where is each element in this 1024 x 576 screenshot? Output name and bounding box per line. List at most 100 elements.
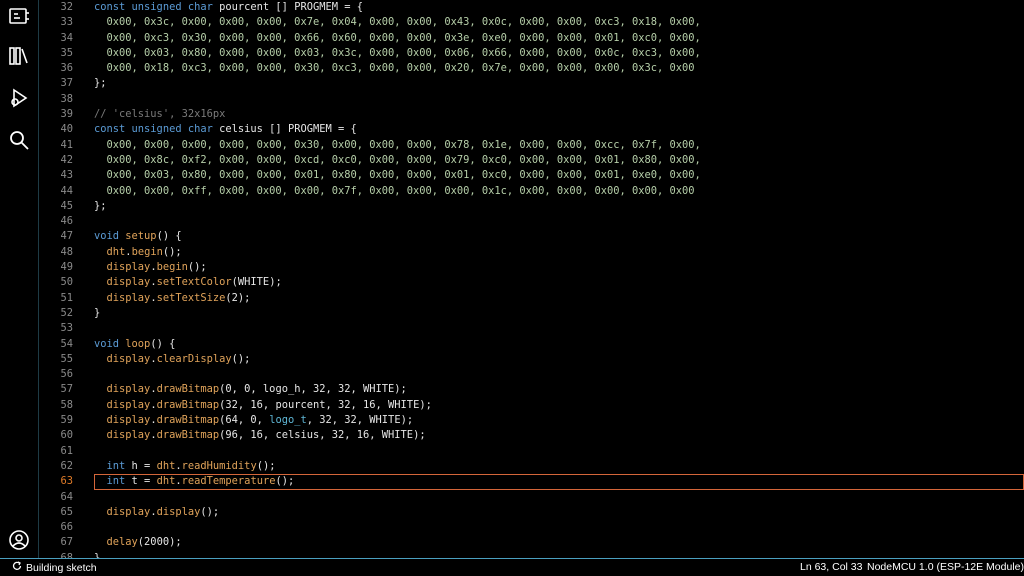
code-line[interactable]: display.setTextColor(WHITE); bbox=[94, 275, 1024, 290]
line-number: 50 bbox=[60, 276, 73, 289]
code-line[interactable]: 0x00, 0xc3, 0x30, 0x00, 0x00, 0x66, 0x60… bbox=[94, 31, 1024, 46]
line-number: 45 bbox=[60, 199, 73, 212]
code-line[interactable]: 0x00, 0x03, 0x80, 0x00, 0x00, 0x03, 0x3c… bbox=[94, 46, 1024, 61]
debug-icon[interactable] bbox=[7, 86, 31, 110]
code-line[interactable] bbox=[94, 92, 1024, 107]
line-number: 64 bbox=[60, 490, 73, 503]
build-status[interactable]: Building sketch bbox=[12, 561, 97, 574]
code-line[interactable] bbox=[94, 490, 1024, 505]
code-lines[interactable]: const unsigned char pourcent [] PROGMEM … bbox=[94, 0, 1024, 559]
code-token: (WHITE); bbox=[231, 276, 282, 289]
code-token: int bbox=[106, 475, 132, 488]
code-token: t = bbox=[131, 475, 157, 488]
code-token: const unsigned char bbox=[94, 1, 220, 13]
code-token: loop bbox=[125, 337, 151, 350]
code-token: (); bbox=[187, 261, 207, 274]
code-token: 0x00, 0x3c, 0x00, 0x00, 0x00, 0x7e, 0x04… bbox=[94, 16, 701, 29]
code-line[interactable]: display.display(); bbox=[94, 505, 1024, 520]
code-line[interactable] bbox=[94, 444, 1024, 459]
code-line[interactable]: 0x00, 0x00, 0xff, 0x00, 0x00, 0x00, 0x7f… bbox=[94, 184, 1024, 199]
code-line[interactable] bbox=[94, 321, 1024, 336]
code-line[interactable]: }; bbox=[94, 76, 1024, 91]
code-token: }; bbox=[94, 199, 107, 212]
code-line[interactable]: } bbox=[94, 306, 1024, 321]
code-editor[interactable]: 32 33 34 35 36 37 38 39 40 41 42 43 44 45 46 47 48 49 50 51… bbox=[39, 0, 1024, 559]
line-number: 59 bbox=[60, 414, 73, 427]
code-token: display bbox=[106, 398, 151, 411]
line-number: 52 bbox=[60, 306, 73, 319]
code-token: drawBitmap bbox=[156, 398, 220, 411]
code-token: (2); bbox=[225, 291, 251, 304]
line-number-gutter: 32 33 34 35 36 37 38 39 40 41 42 43 44 45 46 47 48 49 50 51… bbox=[39, 0, 79, 559]
code-line[interactable]: display.clearDisplay(); bbox=[94, 352, 1024, 367]
code-token: begin bbox=[156, 261, 188, 274]
code-line[interactable]: const unsigned char pourcent [] PROGMEM … bbox=[94, 0, 1024, 15]
code-line[interactable] bbox=[94, 520, 1024, 535]
cursor-position[interactable]: Ln 63, Col 33 bbox=[800, 561, 862, 573]
line-number: 67 bbox=[60, 536, 73, 549]
code-line[interactable]: void loop() { bbox=[94, 337, 1024, 352]
code-token: void bbox=[94, 337, 126, 350]
code-line[interactable]: 0x00, 0x18, 0xc3, 0x00, 0x00, 0x30, 0xc3… bbox=[94, 61, 1024, 76]
code-token: 0x00, 0x8c, 0xf2, 0x00, 0x00, 0xcd, 0xc0… bbox=[94, 153, 701, 166]
code-token: pourcent [] PROGMEM = { bbox=[219, 1, 364, 13]
code-line[interactable]: display.drawBitmap(0, 0, logo_h, 32, 32,… bbox=[94, 382, 1024, 397]
code-token: display bbox=[106, 261, 151, 274]
code-token: h = bbox=[131, 459, 157, 472]
line-number: 47 bbox=[60, 230, 73, 243]
sketchbook-icon[interactable] bbox=[7, 4, 31, 28]
code-token: 0x00, 0x00, 0x00, 0x00, 0x00, 0x30, 0x00… bbox=[94, 138, 701, 151]
code-token: celsius [] PROGMEM = { bbox=[219, 123, 357, 136]
code-line[interactable]: dht.begin(); bbox=[94, 245, 1024, 260]
code-line[interactable]: const unsigned char celsius [] PROGMEM =… bbox=[94, 122, 1024, 137]
code-line[interactable]: void setup() { bbox=[94, 229, 1024, 244]
code-line[interactable]: 0x00, 0x8c, 0xf2, 0x00, 0x00, 0xcd, 0xc0… bbox=[94, 153, 1024, 168]
search-icon[interactable] bbox=[7, 128, 31, 152]
code-token: dht bbox=[106, 245, 126, 258]
code-line[interactable]: delay(2000); bbox=[94, 535, 1024, 550]
line-number: 32 bbox=[60, 1, 73, 13]
line-number: 39 bbox=[60, 108, 73, 121]
line-number: 49 bbox=[60, 261, 73, 274]
code-line[interactable]: display.setTextSize(2); bbox=[94, 291, 1024, 306]
code-line[interactable]: display.begin(); bbox=[94, 260, 1024, 275]
code-token: display bbox=[106, 352, 151, 365]
line-number: 46 bbox=[60, 215, 73, 228]
code-token: int bbox=[106, 459, 132, 472]
code-token: clearDisplay bbox=[156, 352, 232, 365]
account-icon[interactable] bbox=[7, 528, 31, 552]
code-line[interactable]: int h = dht.readHumidity(); bbox=[94, 459, 1024, 474]
code-token: 0x00, 0x00, 0xff, 0x00, 0x00, 0x00, 0x7f… bbox=[94, 184, 695, 197]
library-icon[interactable] bbox=[7, 44, 31, 68]
code-token: readTemperature bbox=[181, 475, 276, 488]
code-token: dht bbox=[156, 475, 176, 488]
code-line[interactable]: 0x00, 0x3c, 0x00, 0x00, 0x00, 0x7e, 0x04… bbox=[94, 15, 1024, 30]
code-line[interactable]: display.drawBitmap(64, 0, logo_t, 32, 32… bbox=[94, 413, 1024, 428]
code-token: logo_t bbox=[269, 414, 307, 427]
code-line[interactable]: 0x00, 0x03, 0x80, 0x00, 0x00, 0x01, 0x80… bbox=[94, 168, 1024, 183]
code-line[interactable] bbox=[94, 367, 1024, 382]
code-line[interactable]: 0x00, 0x00, 0x00, 0x00, 0x00, 0x30, 0x00… bbox=[94, 138, 1024, 153]
activity-bar bbox=[0, 0, 39, 559]
line-number: 60 bbox=[60, 429, 73, 442]
code-line[interactable]: display.drawBitmap(32, 16, pourcent, 32,… bbox=[94, 398, 1024, 413]
code-token: display bbox=[106, 291, 151, 304]
code-line[interactable]: // 'celsius', 32x16px bbox=[94, 107, 1024, 122]
board-selector[interactable]: NodeMCU 1.0 (ESP-12E Module) on C bbox=[867, 561, 1024, 573]
line-number: 55 bbox=[60, 352, 73, 365]
code-token: 0x00, 0x03, 0x80, 0x00, 0x00, 0x01, 0x80… bbox=[94, 169, 701, 182]
code-line[interactable]: int t = dht.readTemperature(); bbox=[94, 474, 1024, 490]
code-token: (); bbox=[275, 475, 295, 488]
code-line[interactable]: display.drawBitmap(96, 16, celsius, 32, … bbox=[94, 428, 1024, 443]
status-bar: Building sketch Ln 63, Col 33 NodeMCU 1.… bbox=[0, 558, 1024, 576]
code-line[interactable]: }; bbox=[94, 199, 1024, 214]
code-line[interactable] bbox=[94, 214, 1024, 229]
